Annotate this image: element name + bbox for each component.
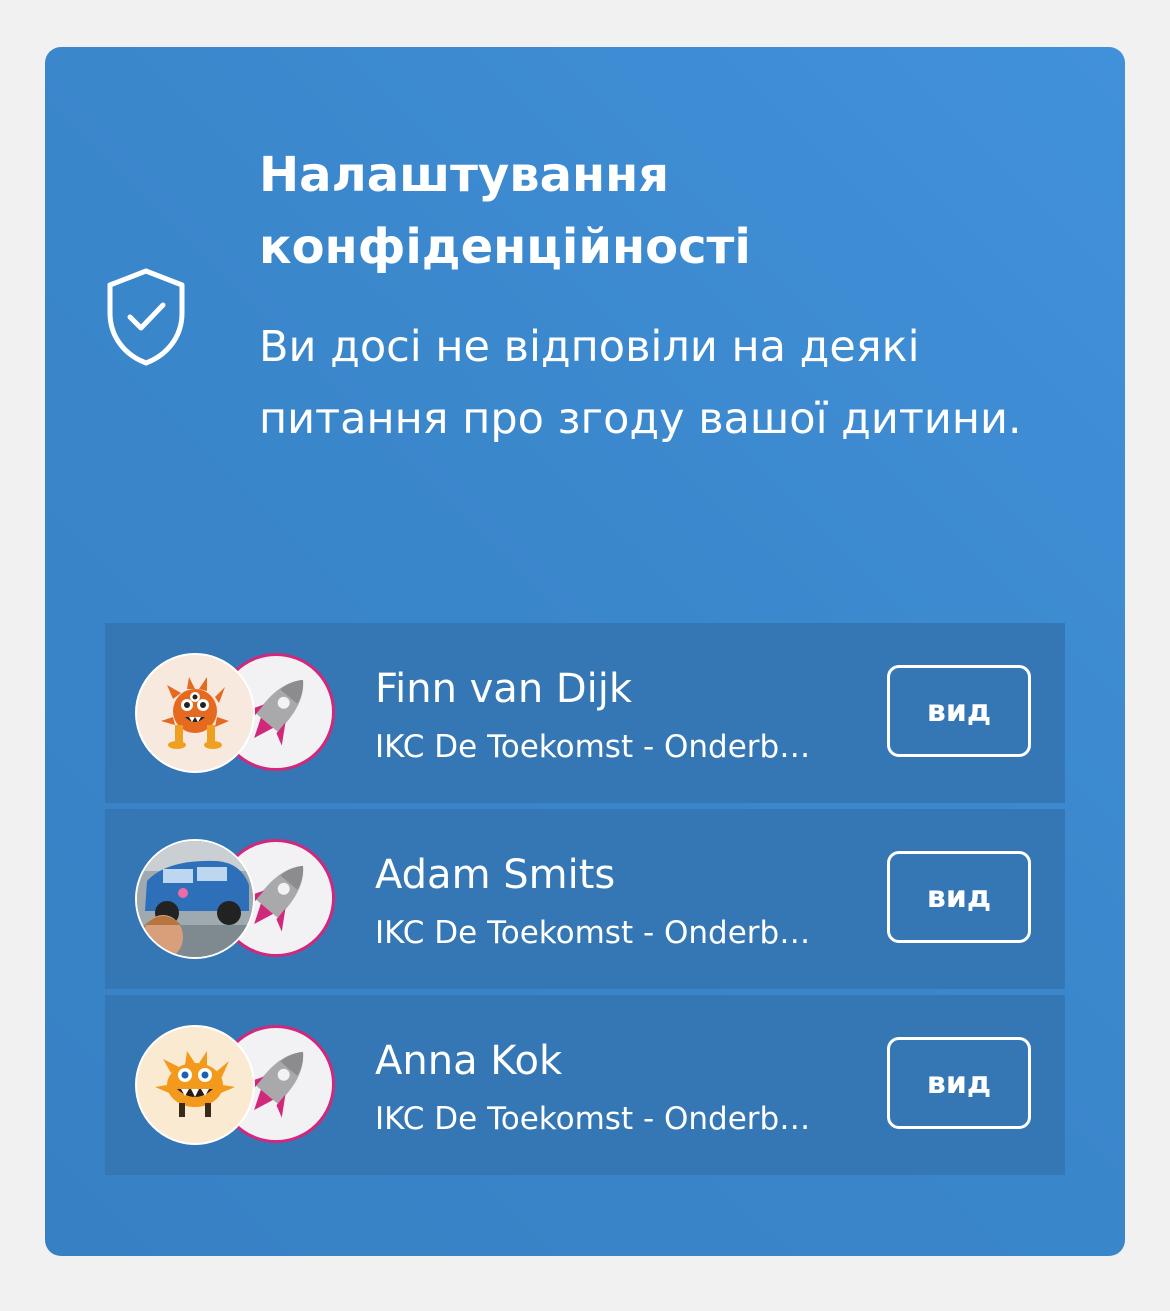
- child-name: Anna Kok: [375, 1038, 563, 1084]
- view-button[interactable]: вид: [887, 851, 1031, 943]
- child-school: IKC De Toekomst - Onderbouw: [375, 729, 825, 765]
- view-button[interactable]: вид: [887, 1037, 1031, 1129]
- children-list: Finn van Dijk IKC De Toekomst - Onderbou…: [105, 623, 1065, 1181]
- consent-description: Ви досі не відповіли на деякі питання пр…: [259, 322, 1022, 444]
- child-school: IKC De Toekomst - Onderbouw: [375, 915, 825, 951]
- child-row: Finn van Dijk IKC De Toekomst - Onderbou…: [105, 623, 1065, 803]
- child-row: Adam Smits IKC De Toekomst - Onderbouw в…: [105, 809, 1065, 989]
- child-name: Finn van Dijk: [375, 666, 633, 712]
- shield-check-icon: [107, 268, 185, 366]
- orange-monster-avatar: [135, 653, 255, 773]
- view-button[interactable]: вид: [887, 665, 1031, 757]
- child-name: Adam Smits: [375, 852, 616, 898]
- child-row: Anna Kok IKC De Toekomst - Onderbouw вид: [105, 995, 1065, 1175]
- photo-avatar: [135, 839, 255, 959]
- privacy-settings-card: Налаштування конфіденційності Ви досі не…: [45, 47, 1125, 1256]
- yellow-monster-avatar: [135, 1025, 255, 1145]
- child-school: IKC De Toekomst - Onderbouw: [375, 1101, 825, 1137]
- page-title: Налаштування конфіденційності: [259, 147, 751, 275]
